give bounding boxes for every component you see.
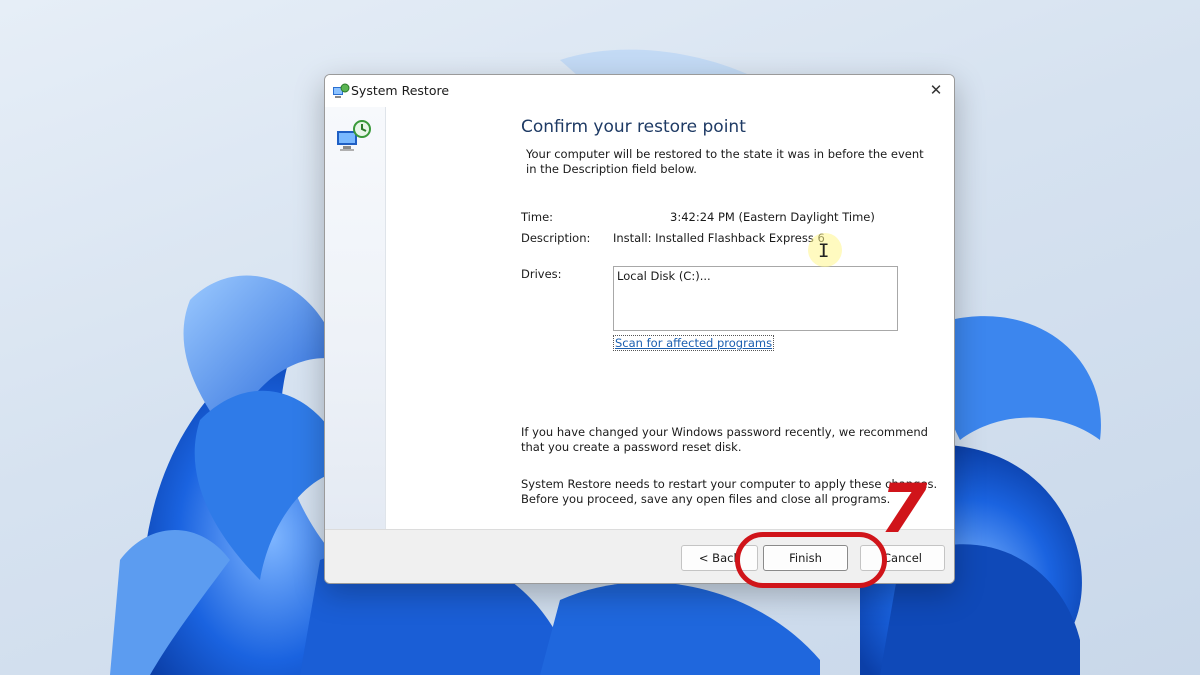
intro-text: Your computer will be restored to the st… bbox=[526, 147, 924, 176]
password-note: If you have changed your Windows passwor… bbox=[521, 425, 928, 454]
scan-affected-programs-link[interactable]: Scan for affected programs bbox=[613, 335, 775, 351]
close-icon: ✕ bbox=[929, 81, 943, 99]
step-number-label: 7 bbox=[880, 470, 928, 549]
system-restore-large-icon bbox=[337, 120, 371, 151]
drives-label: Drives: bbox=[521, 267, 562, 281]
restart-note-line2: Before you proceed, save any open files … bbox=[521, 492, 891, 506]
time-label: Time: bbox=[521, 210, 554, 224]
finish-highlight-ring bbox=[735, 532, 887, 588]
description-label: Description: bbox=[521, 231, 591, 245]
text-cursor-icon: I bbox=[818, 240, 830, 262]
description-value: Install: Installed Flashback Express 6 bbox=[613, 231, 825, 245]
page-title: Confirm your restore point bbox=[521, 117, 746, 137]
drives-list[interactable]: Local Disk (C:)... bbox=[613, 266, 898, 331]
title-bar[interactable]: System Restore ✕ bbox=[325, 75, 954, 107]
close-button[interactable]: ✕ bbox=[918, 75, 954, 105]
system-restore-dialog: System Restore ✕ Confirm your restore po… bbox=[324, 74, 955, 584]
restart-note-line1: System Restore needs to restart your com… bbox=[521, 477, 938, 491]
drive-item[interactable]: Local Disk (C:)... bbox=[617, 269, 711, 283]
side-panel bbox=[325, 107, 386, 530]
time-value: 3:42:24 PM (Eastern Daylight Time) bbox=[670, 210, 875, 224]
window-title: System Restore bbox=[351, 83, 450, 98]
system-restore-icon bbox=[333, 83, 350, 98]
